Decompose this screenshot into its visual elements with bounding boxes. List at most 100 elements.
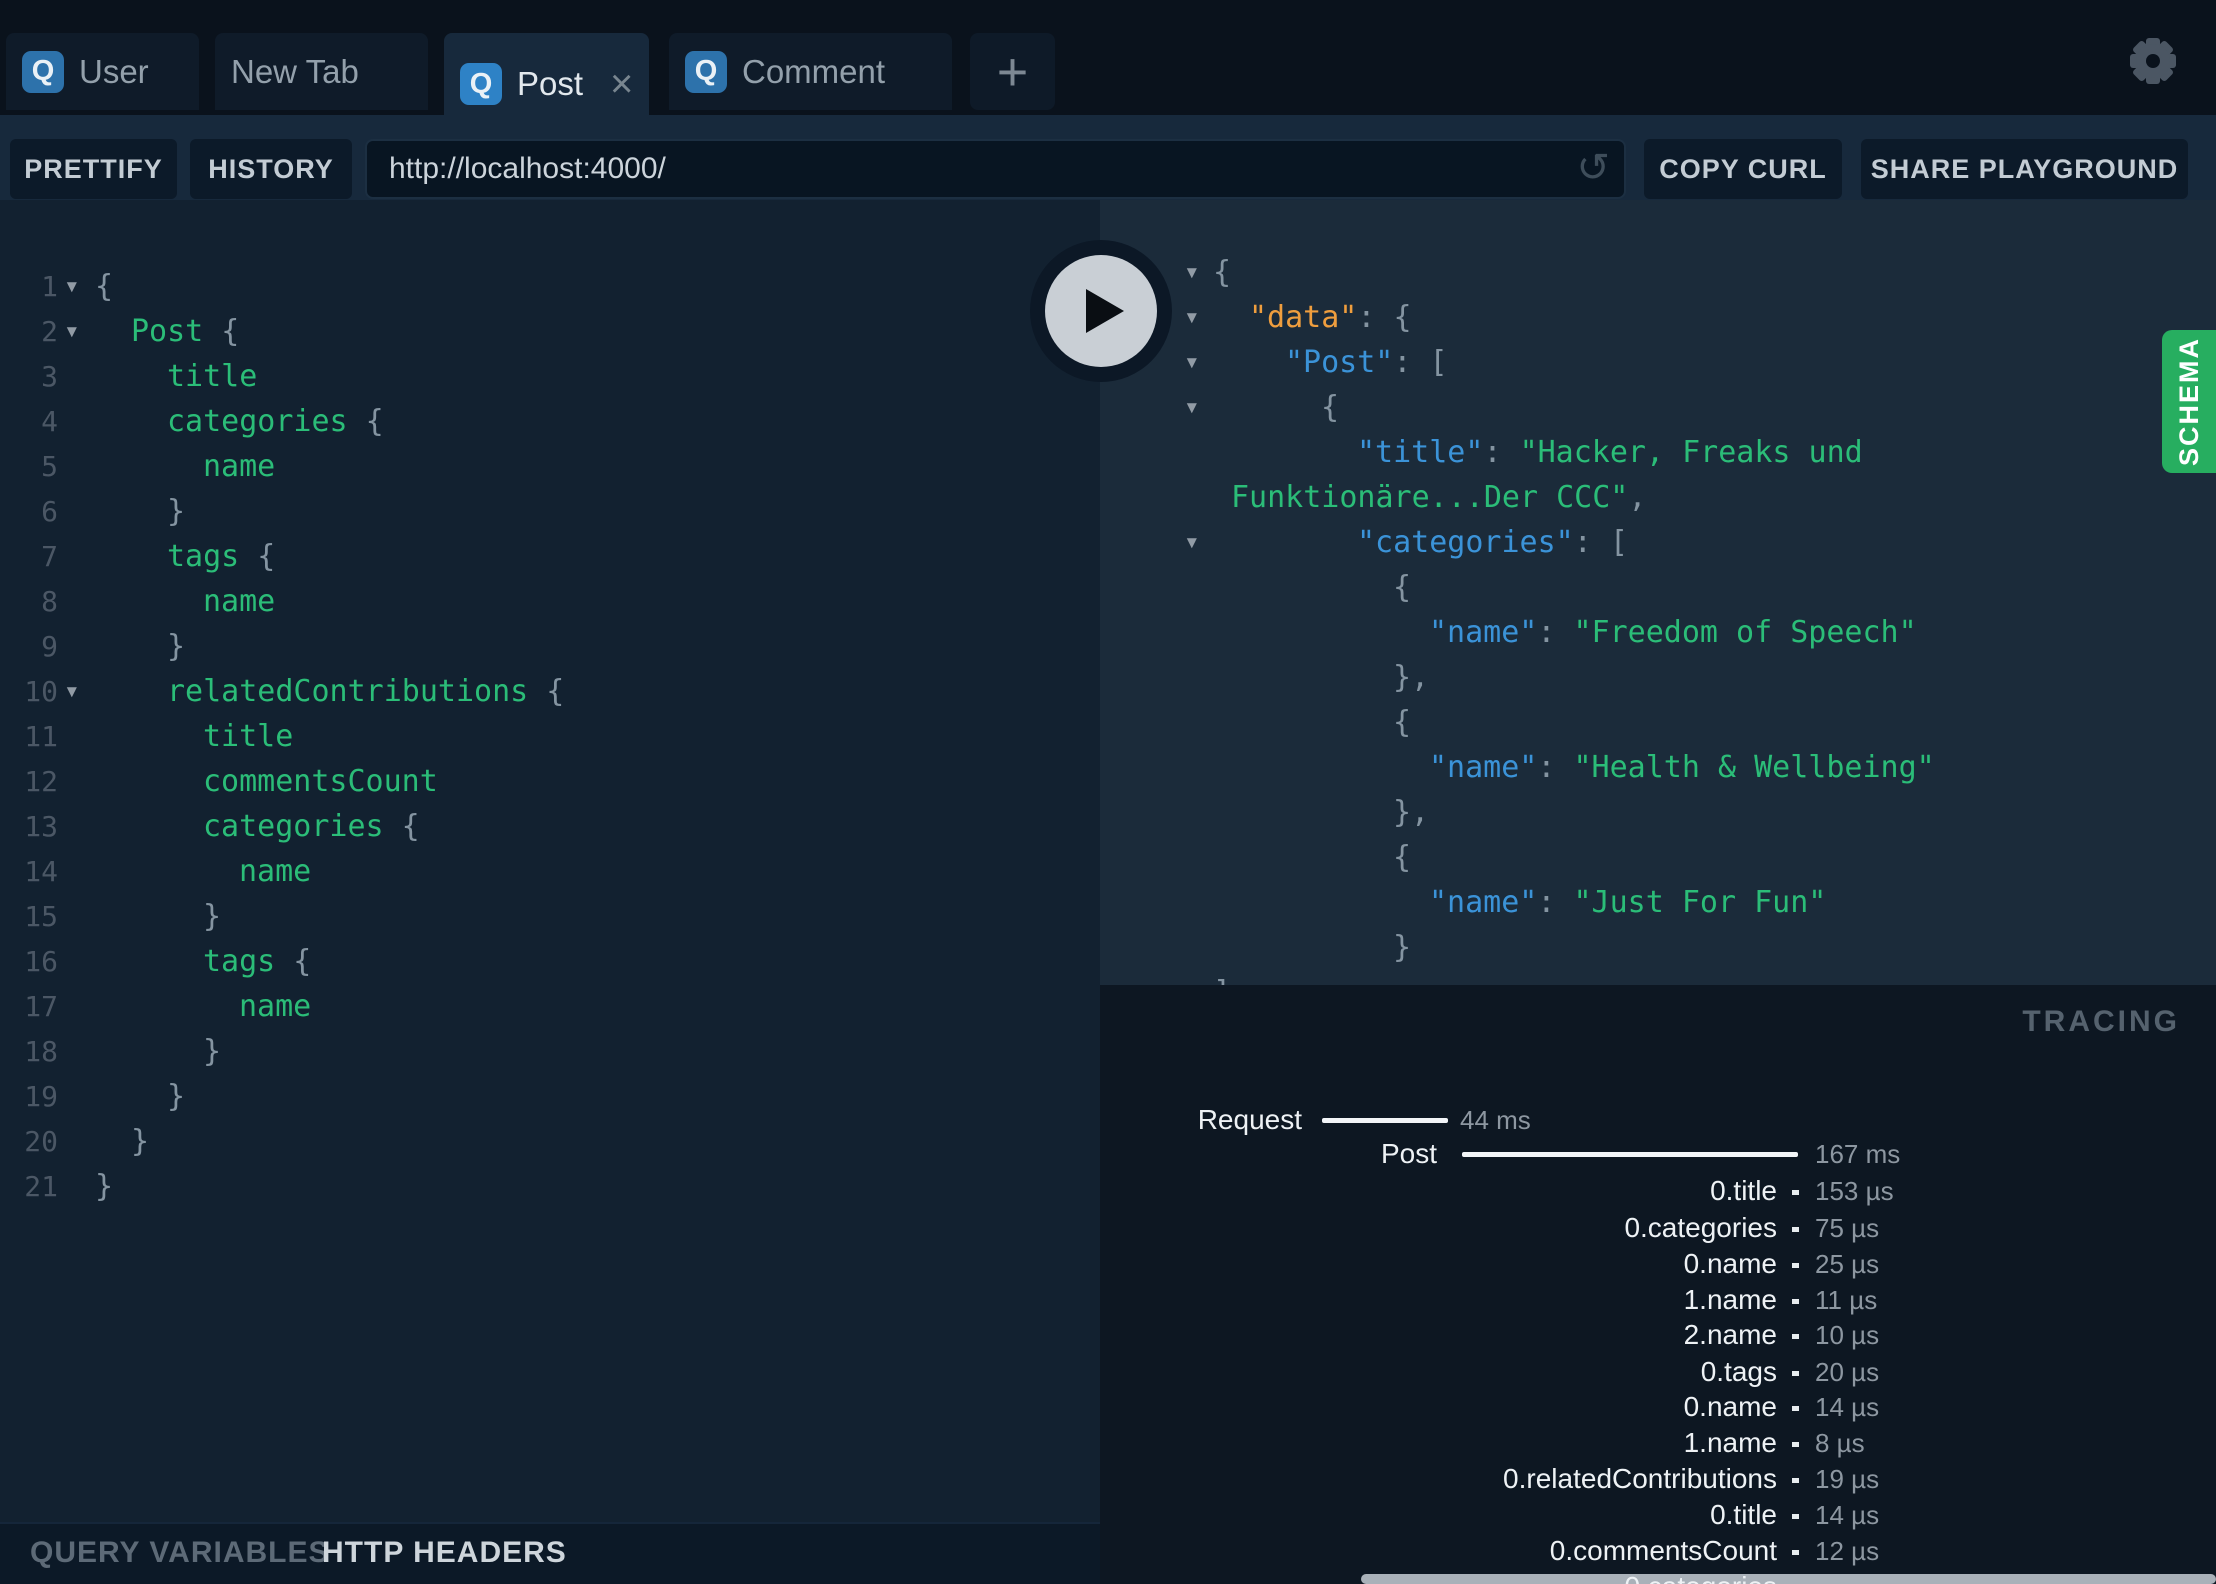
- code-text: "name": "Freedom of Speech": [1429, 615, 1917, 650]
- query-variables-tab[interactable]: QUERY VARIABLES: [30, 1536, 330, 1570]
- code-text: }: [131, 1124, 150, 1159]
- play-icon: [1086, 289, 1124, 333]
- trace-label: 0.relatedContributions: [1503, 1463, 1777, 1494]
- response-line: "name": "Freedom of Speech": [1100, 610, 2216, 655]
- response-line: {: [1100, 565, 2216, 610]
- editor-line: 7 tags {: [0, 534, 1100, 579]
- response-line: ▾ "Post": [: [1100, 340, 2216, 385]
- trace-duration: 14 µs: [1815, 1392, 1880, 1422]
- endpoint-url-input[interactable]: [365, 139, 1626, 199]
- code-text: tags {: [167, 539, 276, 574]
- copy-curl-button[interactable]: COPY CURL: [1644, 139, 1842, 199]
- response-line: "name": "Just For Fun": [1100, 880, 2216, 925]
- trace-duration: 14 µs: [1815, 1500, 1880, 1530]
- http-headers-tab[interactable]: HTTP HEADERS: [322, 1536, 567, 1570]
- add-tab-button[interactable]: +: [970, 33, 1055, 110]
- settings-gear-icon[interactable]: [2129, 37, 2177, 85]
- code-text: {: [95, 269, 114, 304]
- trace-label: Request: [1197, 1104, 1302, 1135]
- fold-arrow-icon[interactable]: ▾: [64, 309, 80, 354]
- trace-label: Post: [1380, 1138, 1437, 1169]
- tab-post[interactable]: Q Post ×: [444, 33, 649, 135]
- editor-line: 12 commentsCount: [0, 759, 1100, 804]
- code-text: "Post": [: [1285, 345, 1448, 380]
- code-text: }: [203, 1034, 222, 1069]
- line-number: 14: [24, 855, 58, 888]
- trace-row: 0.commentsCount 12 µs: [1100, 1534, 2216, 1568]
- code-text: {: [1393, 705, 1412, 740]
- fold-arrow-icon[interactable]: ▾: [1184, 295, 1200, 340]
- trace-row: 1.name 11 µs: [1100, 1283, 2216, 1317]
- editor-line: 5 name: [0, 444, 1100, 489]
- code-text: name: [239, 989, 312, 1024]
- fold-arrow-icon[interactable]: ▾: [1184, 385, 1200, 430]
- code-text: tags {: [203, 944, 312, 979]
- editor-line: 4 categories {: [0, 399, 1100, 444]
- line-number: 4: [41, 405, 58, 438]
- line-number: 9: [41, 630, 58, 663]
- trace-bar: [1322, 1118, 1448, 1123]
- line-number: 18: [24, 1035, 58, 1068]
- refresh-schema-icon[interactable]: ↺: [1576, 145, 1610, 191]
- gear-hole: [2146, 54, 2160, 68]
- code-text: }: [167, 629, 186, 664]
- code-text: "categories": [: [1357, 525, 1628, 560]
- code-text: "title": "Hacker, Freaks und: [1357, 435, 1863, 470]
- trace-row: 0.name 25 µs: [1100, 1247, 2216, 1281]
- trace-duration: 19 µs: [1815, 1464, 1880, 1494]
- tab-new-tab[interactable]: New Tab: [215, 33, 428, 110]
- line-number: 3: [41, 360, 58, 393]
- trace-bar: [1462, 1152, 1798, 1157]
- trace-label: 0.title: [1710, 1499, 1777, 1530]
- fold-arrow-icon[interactable]: ▾: [1184, 250, 1200, 295]
- code-text: "name": "Just For Fun": [1429, 885, 1827, 920]
- trace-label: 1.name: [1683, 1427, 1777, 1458]
- editor-line: 10 ▾ relatedContributions {: [0, 669, 1100, 714]
- query-editor[interactable]: 1 ▾{2 ▾ Post {3 title 4 categories {5 name 6} 7 ta…: [0, 200, 1100, 1522]
- line-number: 13: [24, 810, 58, 843]
- code-text: },: [1393, 795, 1430, 830]
- editor-footer-bar: QUERY VARIABLES HTTP HEADERS: [0, 1522, 1100, 1584]
- share-playground-button[interactable]: SHARE PLAYGROUND: [1861, 139, 2188, 199]
- execute-query-button[interactable]: [1030, 240, 1172, 382]
- trace-label: 0.name: [1683, 1248, 1777, 1279]
- editor-line: 3 title: [0, 354, 1100, 399]
- trace-row: 0.title 153 µs: [1100, 1174, 2216, 1208]
- code-text: categories {: [167, 404, 384, 439]
- fold-arrow-icon[interactable]: ▾: [1184, 520, 1200, 565]
- response-line: ]: [1100, 970, 2216, 985]
- fold-arrow-icon[interactable]: ▾: [1184, 340, 1200, 385]
- response-line: {: [1100, 835, 2216, 880]
- fold-arrow-icon[interactable]: ▾: [64, 264, 80, 309]
- line-number: 16: [24, 945, 58, 978]
- code-text: title: [203, 719, 294, 754]
- close-tab-icon[interactable]: ×: [610, 64, 633, 104]
- trace-tick-icon: [1792, 1371, 1799, 1376]
- toolbar: PRETTIFY HISTORY ↺ COPY CURL SHARE PLAYG…: [0, 115, 2216, 200]
- response-line: }: [1100, 925, 2216, 970]
- trace-duration: 75 µs: [1815, 1213, 1880, 1243]
- line-number: 2: [41, 315, 58, 348]
- code-text: }: [1393, 930, 1412, 965]
- tracing-panel: TRACING Request 44 ms Post 167 ms 0.title 153…: [1100, 985, 2216, 1584]
- trace-tick-icon: [1792, 1478, 1799, 1483]
- code-text: }: [95, 1169, 114, 1204]
- code-text: name: [203, 449, 276, 484]
- trace-duration: 12 µs: [1815, 1536, 1880, 1566]
- trace-row: 0.categories: [1100, 1570, 2216, 1584]
- code-text: {: [1213, 255, 1232, 290]
- code-text: name: [239, 854, 312, 889]
- schema-tab[interactable]: SCHEMA: [2162, 330, 2216, 473]
- editor-line: 13 categories {: [0, 804, 1100, 849]
- editor-line: 8 name: [0, 579, 1100, 624]
- trace-label: 0.categories: [1624, 1212, 1777, 1243]
- fold-arrow-icon[interactable]: ▾: [64, 669, 80, 714]
- tab-user[interactable]: Q User: [6, 33, 199, 110]
- tab-comment[interactable]: Q Comment: [669, 33, 952, 110]
- prettify-button[interactable]: PRETTIFY: [10, 139, 177, 199]
- code-text: ]: [1213, 970, 1231, 985]
- history-button[interactable]: HISTORY: [190, 139, 352, 199]
- response-pane: ▾{▾ "data": {▾ "Post": [▾{"title": "Hacker…: [1100, 200, 2216, 985]
- editor-line: 9}: [0, 624, 1100, 669]
- trace-tick-icon: [1792, 1406, 1799, 1411]
